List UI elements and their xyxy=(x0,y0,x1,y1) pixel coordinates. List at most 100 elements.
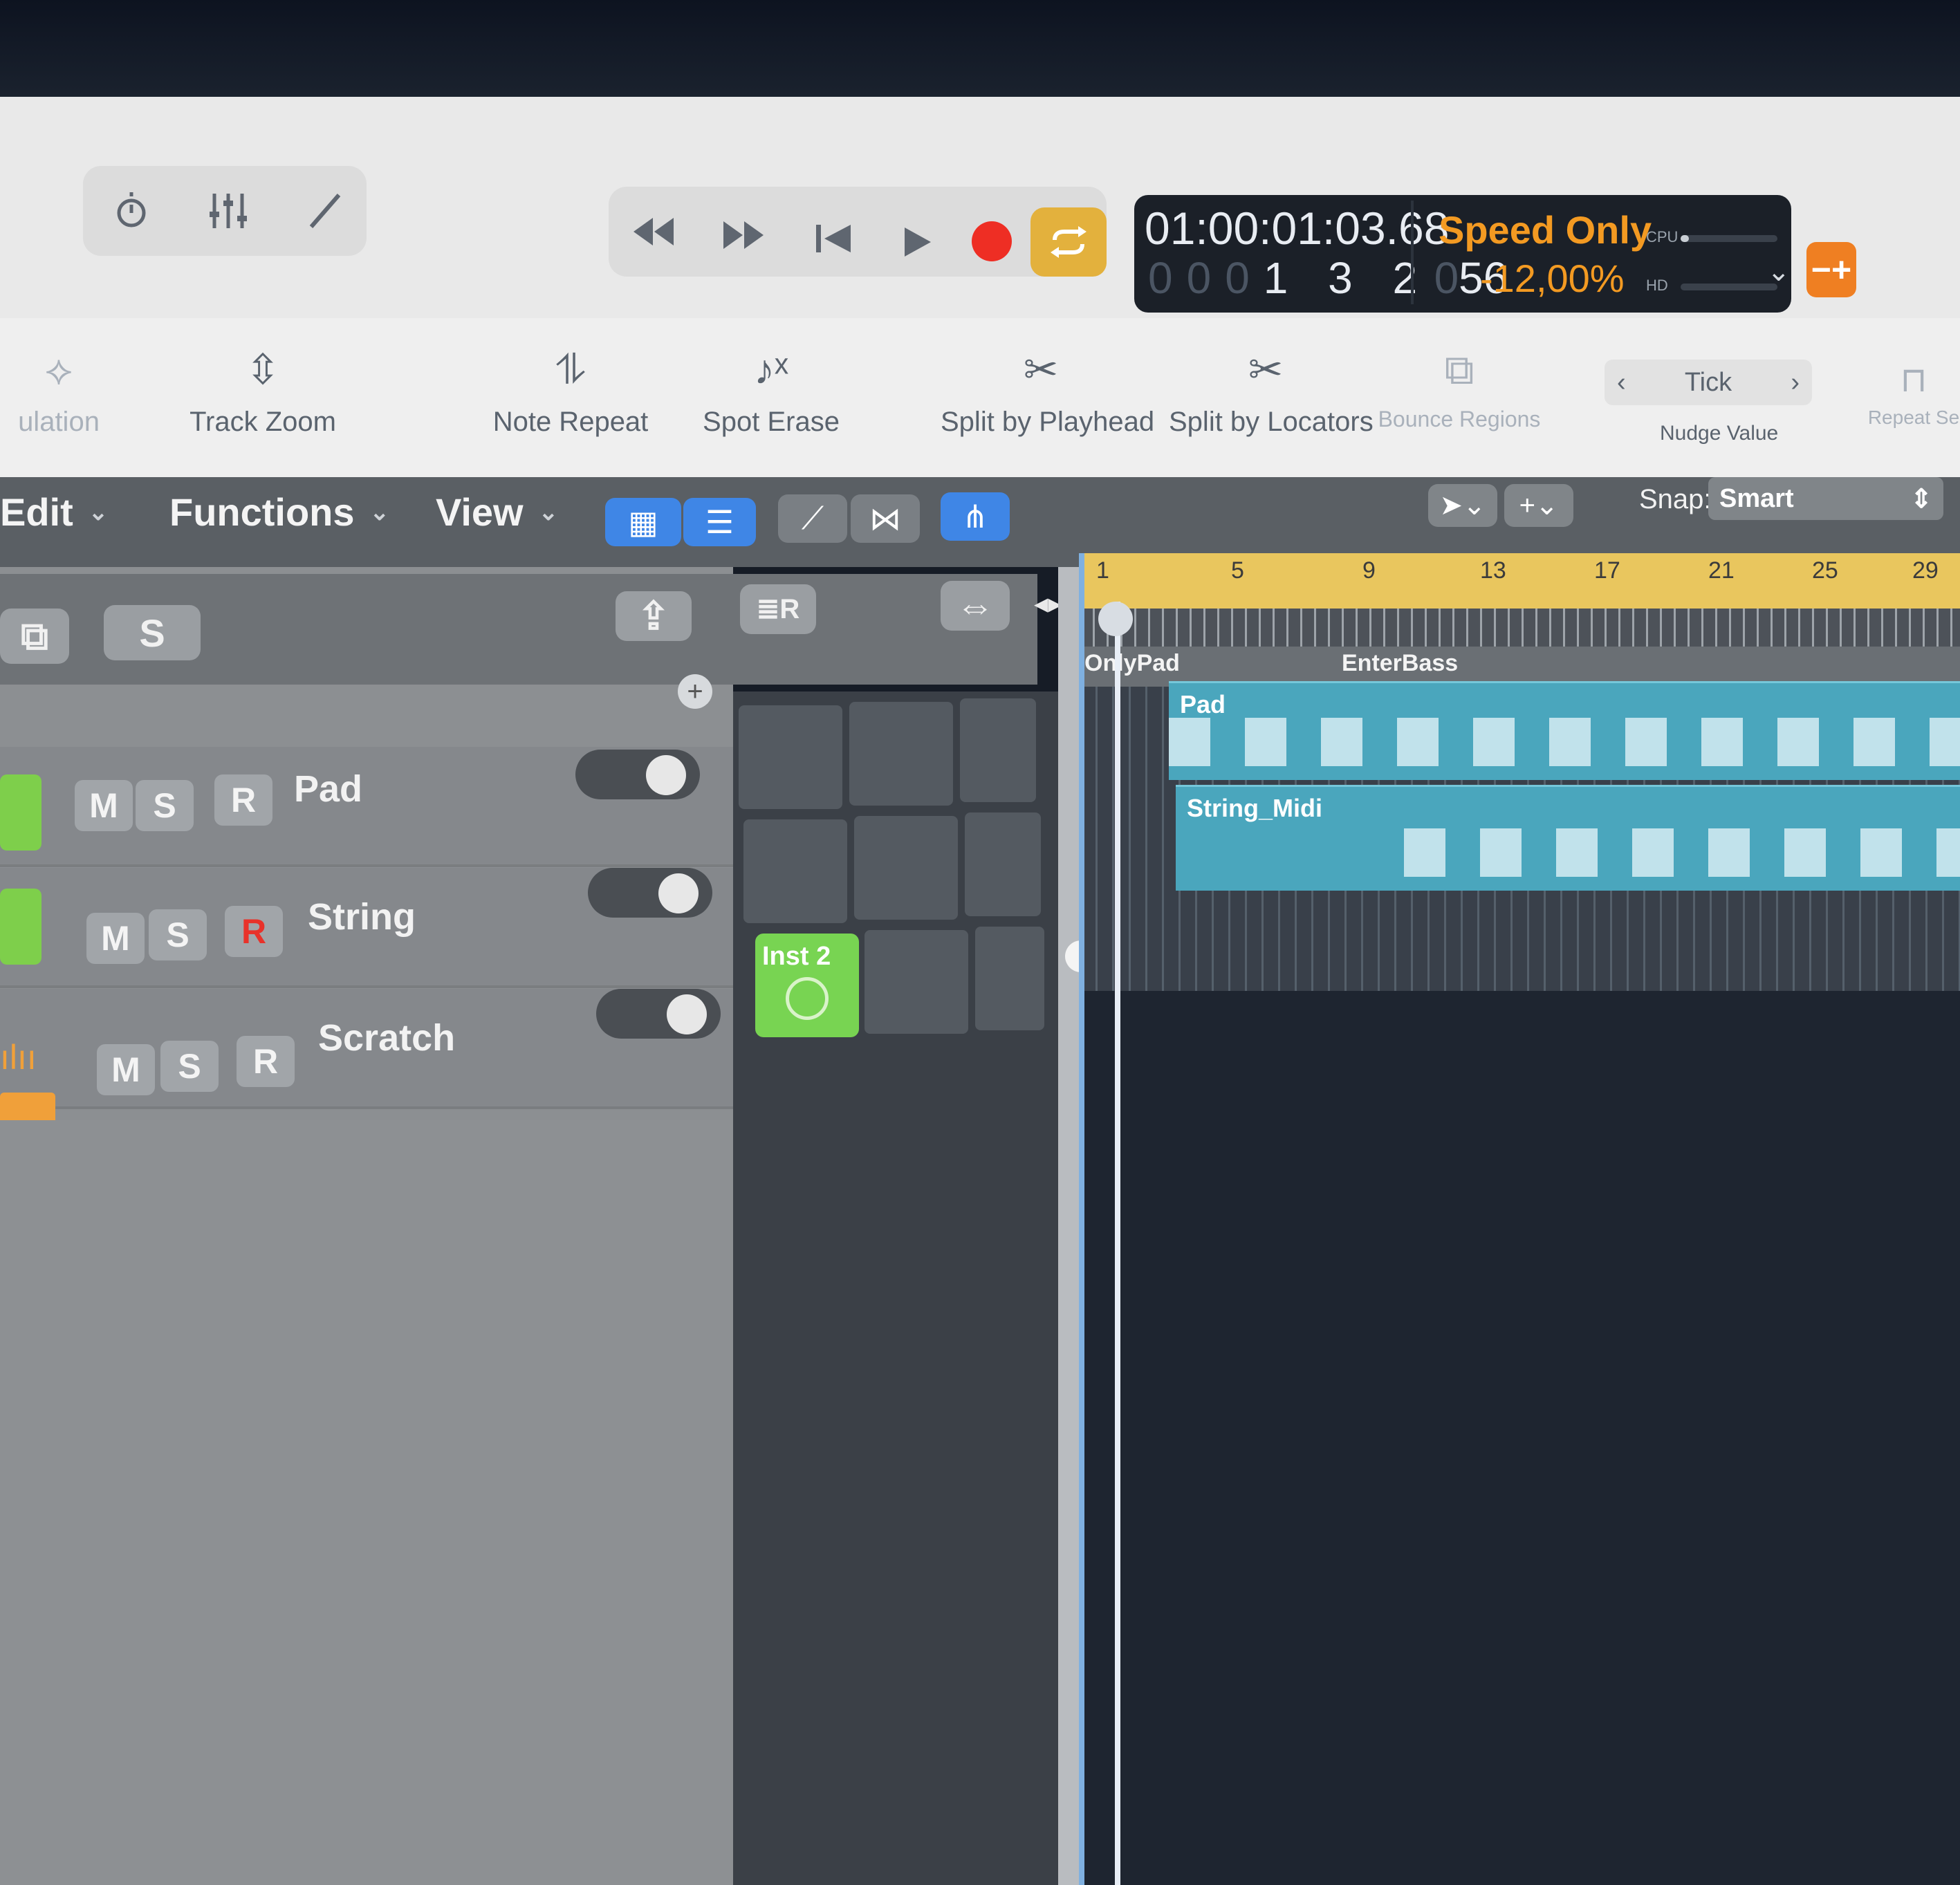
record-enable-button[interactable]: R xyxy=(237,1036,295,1087)
catch-playhead-button[interactable]: ⋔ xyxy=(941,492,1010,541)
mute-button[interactable]: M xyxy=(75,780,133,831)
loop-cell[interactable] xyxy=(960,698,1036,802)
bounce-regions-button[interactable]: ⧉ Bounce Regions xyxy=(1376,346,1542,432)
add-button[interactable]: −+ xyxy=(1806,242,1856,297)
fast-forward-icon[interactable] xyxy=(712,204,775,266)
mute-button[interactable]: M xyxy=(86,913,145,964)
updown-icon: ⇕ xyxy=(1910,484,1932,514)
lcd-bars: 1 3 2 xyxy=(1263,253,1432,303)
track-on-off-toggle[interactable] xyxy=(575,750,700,799)
track-name[interactable]: Pad xyxy=(294,768,362,810)
track-on-off-toggle[interactable] xyxy=(596,989,721,1039)
automation-button[interactable]: ⟋ xyxy=(778,494,847,543)
instrument-icon xyxy=(0,774,41,851)
articulation-icon: ⟡ xyxy=(45,346,73,393)
articulation-tool[interactable]: ⟡ ulation xyxy=(0,346,118,438)
screen-bezel xyxy=(0,0,1960,111)
varispeed-mode[interactable]: Speed Only xyxy=(1439,207,1652,252)
solo-button[interactable]: S xyxy=(160,1041,219,1092)
record-button[interactable] xyxy=(972,221,1012,261)
nudge-stepper[interactable]: ‹ Tick › xyxy=(1605,360,1812,405)
lcd-bars-row: 0001 3 2 056 xyxy=(1148,252,1508,304)
record-enable-button[interactable]: R xyxy=(214,774,272,826)
ruler-ticks xyxy=(1079,609,1960,647)
playhead-handle[interactable] xyxy=(1098,602,1133,636)
ruler-number: 21 xyxy=(1708,557,1735,584)
scene-record-icon[interactable]: ≣R xyxy=(740,584,816,634)
marker[interactable]: EnterBass xyxy=(1342,650,1458,677)
chevron-down-icon: ⌄ xyxy=(369,499,390,526)
loop-cell[interactable] xyxy=(739,705,842,809)
loop-cell[interactable] xyxy=(865,930,968,1034)
workspace-edge xyxy=(1079,553,1084,1885)
track-on-off-toggle[interactable] xyxy=(588,868,712,918)
chevron-right-icon[interactable]: › xyxy=(1791,368,1800,398)
loop-cell[interactable] xyxy=(849,702,953,806)
marker[interactable]: OnlyPad xyxy=(1084,650,1180,677)
grid-view-button[interactable]: ▦ xyxy=(605,498,681,546)
editors-pencil-icon[interactable] xyxy=(297,180,353,242)
secondary-tool-menu[interactable]: +⌄ xyxy=(1504,484,1573,527)
solo-button[interactable]: S xyxy=(149,909,207,960)
flex-button[interactable]: ⋈ xyxy=(851,494,920,543)
chevron-down-icon: ⌄ xyxy=(88,499,109,526)
ruler-number: 25 xyxy=(1812,557,1838,584)
region-name: String_Midi xyxy=(1187,794,1322,822)
note-repeat-button[interactable]: ⥮ Note Repeat xyxy=(477,346,664,438)
varispeed-percent[interactable]: -12,00% xyxy=(1480,256,1625,301)
expand-arrows-icon[interactable]: ⇔ xyxy=(941,581,1010,631)
nudge-value: Tick xyxy=(1684,367,1732,397)
new-track-button[interactable]: ⧉ xyxy=(0,609,69,664)
chevron-left-icon[interactable]: ‹ xyxy=(1617,368,1626,398)
smart-controls-icon[interactable] xyxy=(104,180,159,242)
spot-erase-icon: ♪ˣ xyxy=(754,346,788,393)
repeat-icon: ⊓ xyxy=(1900,360,1927,399)
solo-button[interactable]: S xyxy=(136,780,194,831)
loop-cell[interactable] xyxy=(975,927,1044,1030)
scene-trigger-icon[interactable]: ⇪ xyxy=(616,591,692,641)
play-icon[interactable] xyxy=(885,211,947,273)
chevron-down-icon: ⌄ xyxy=(538,499,559,526)
midi-region-pad[interactable]: Pad xyxy=(1169,681,1960,780)
track-list-empty-area[interactable] xyxy=(0,1120,761,1885)
rewind-icon[interactable] xyxy=(622,201,685,263)
split-by-playhead-button[interactable]: ✂ Split by Playhead xyxy=(941,346,1154,438)
pointer-tool-menu[interactable]: ➤⌄ xyxy=(1428,484,1497,527)
track-row-pad[interactable]: M S R Pad xyxy=(0,747,733,867)
functions-menu[interactable]: Functions ⌄ xyxy=(169,490,389,535)
snap-select[interactable]: Smart ⇕ xyxy=(1708,477,1943,520)
record-enable-button[interactable]: R xyxy=(225,906,283,957)
midi-region-string[interactable]: String_Midi xyxy=(1176,785,1960,891)
midi-notes xyxy=(1169,718,1960,766)
edit-menu[interactable]: Edit ⌄ xyxy=(0,490,108,535)
loop-cell[interactable] xyxy=(854,816,958,920)
mixer-icon[interactable] xyxy=(201,180,256,242)
split-by-locators-button[interactable]: ✂ Split by Locators xyxy=(1169,346,1374,438)
mute-button[interactable]: M xyxy=(97,1044,155,1095)
add-scene-button[interactable]: + xyxy=(678,674,712,709)
loop-cell[interactable] xyxy=(743,819,847,923)
ruler-number: 1 xyxy=(1096,557,1109,584)
track-row-string[interactable]: M S R String xyxy=(0,868,733,988)
ruler-number: 13 xyxy=(1480,557,1506,584)
track-name[interactable]: Scratch xyxy=(318,1016,455,1059)
track-row-scratch[interactable]: ılıı M S R Scratch xyxy=(0,989,733,1127)
chevron-down-icon[interactable]: ⌄ xyxy=(1767,256,1791,288)
grid-divider[interactable] xyxy=(1058,567,1079,1885)
note-repeat-icon: ⥮ xyxy=(555,346,586,393)
playhead[interactable] xyxy=(1115,602,1120,1885)
track-zoom-button[interactable]: ⇳ Track Zoom xyxy=(166,346,360,438)
cell-label: Inst 2 xyxy=(762,942,831,971)
lcd-ticks-prefix: 0 xyxy=(1434,253,1459,303)
go-to-beginning-icon[interactable] xyxy=(802,207,865,270)
ruler-number: 5 xyxy=(1231,557,1244,584)
repeat-selection-button[interactable]: ⊓ Repeat Se xyxy=(1867,360,1960,429)
view-menu[interactable]: View ⌄ xyxy=(436,490,558,535)
spot-erase-button[interactable]: ♪ˣ Spot Erase xyxy=(692,346,851,438)
track-name[interactable]: String xyxy=(308,895,416,938)
tracks-view-button[interactable]: ☰ xyxy=(683,498,756,546)
loop-cell[interactable] xyxy=(965,813,1041,916)
cycle-button[interactable] xyxy=(1030,207,1107,277)
global-solo-button[interactable]: S xyxy=(104,605,201,660)
loop-cell-inst2[interactable]: Inst 2 xyxy=(755,934,859,1037)
